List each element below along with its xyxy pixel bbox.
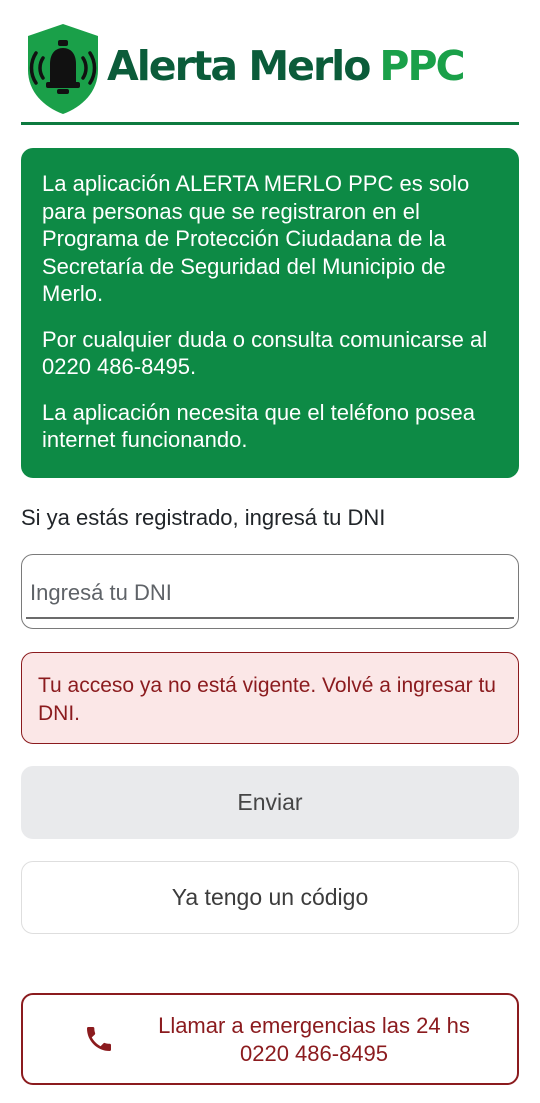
have-code-button[interactable]: Ya tengo un código bbox=[21, 861, 519, 934]
info-paragraph: La aplicación necesita que el teléfono p… bbox=[42, 399, 475, 453]
dni-prompt-label: Si ya estás registrado, ingresá tu DNI bbox=[21, 505, 386, 530]
alarm-bell-shield-logo-icon bbox=[28, 24, 98, 114]
info-paragraph: La aplicación ALERTA MERLO PPC es solo p… bbox=[42, 171, 470, 306]
emergency-call-text: Llamar a emergencias las 24 hs 0220 486-… bbox=[121, 1012, 507, 1068]
app-header: Alerta Merlo PPC bbox=[21, 20, 519, 126]
info-paragraph: Por cualquier duda o consulta comunicars… bbox=[42, 326, 488, 380]
dni-input[interactable] bbox=[28, 573, 512, 613]
info-box: La aplicación ALERTA MERLO PPC es solo p… bbox=[21, 148, 519, 478]
emergency-call-button[interactable]: Llamar a emergencias las 24 hs 0220 486-… bbox=[21, 993, 519, 1085]
app-brand-title: Alerta Merlo PPC bbox=[107, 40, 466, 92]
send-button[interactable]: Enviar bbox=[21, 766, 519, 839]
dni-input-underline bbox=[26, 617, 514, 619]
brand-suffix-text: PPC bbox=[379, 42, 465, 90]
brand-main-text: Alerta Merlo bbox=[107, 42, 371, 90]
access-expired-alert: Tu acceso ya no está vigente. Volvé a in… bbox=[21, 652, 519, 744]
phone-icon bbox=[87, 1027, 111, 1051]
emergency-phone-number: 0220 486-8495 bbox=[239, 1041, 389, 1066]
emergency-line-1: Llamar a emergencias las 24 hs bbox=[158, 1013, 470, 1038]
dni-field-container[interactable] bbox=[21, 554, 519, 629]
header-divider bbox=[21, 122, 519, 125]
